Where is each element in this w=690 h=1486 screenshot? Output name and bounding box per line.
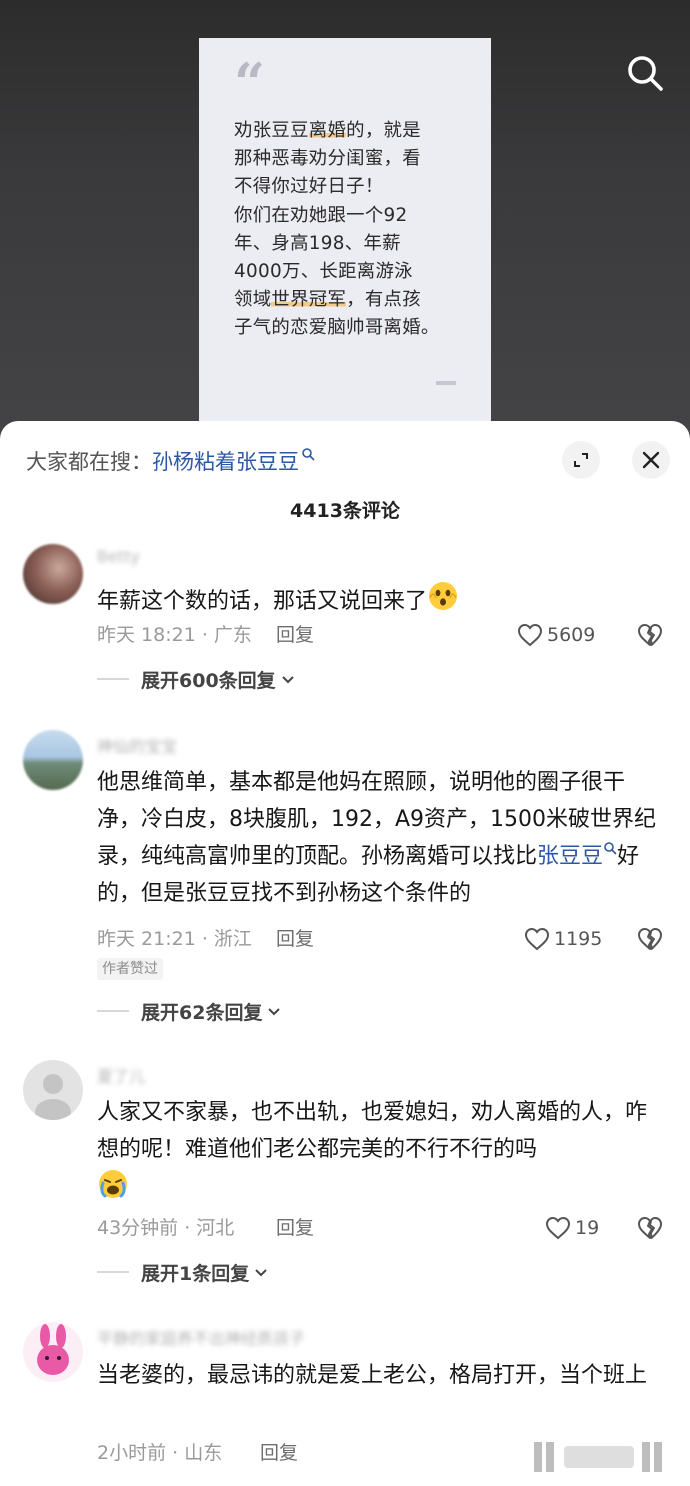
comment-time-location: 昨天 21:21 · 浙江 [97, 928, 252, 950]
comment-username[interactable]: 平静的家庭养不出神经质孩子 [97, 1325, 305, 1349]
watermark [530, 1438, 685, 1476]
like-button[interactable]: 1195 [524, 925, 602, 953]
like-count: 19 [575, 1217, 600, 1239]
chevron-down-icon [255, 1269, 267, 1277]
keyword-link[interactable]: 张豆豆 [537, 844, 603, 869]
crying-face-icon [99, 1170, 127, 1198]
chevron-down-icon [281, 676, 294, 684]
comment-count-title: 4413条评论 [290, 500, 400, 522]
search-small-icon [604, 842, 617, 855]
close-button[interactable] [632, 441, 670, 479]
heart-icon [517, 623, 543, 647]
search-hint-keyword[interactable]: 孙杨粘着张豆豆 [152, 450, 299, 474]
reply-button[interactable]: 回复 [276, 1215, 314, 1241]
comment-time-location: 2小时前 · 山东 [97, 1442, 223, 1464]
quote-mark-icon: “ [234, 51, 266, 115]
comment-text: 人家又不家暴，也不出轨，也爱媳妇，劝人离婚的人，咋想的呢！难道他们老公都完美的不… [97, 1094, 667, 1208]
search-button[interactable] [622, 50, 668, 96]
like-count: 5609 [547, 624, 596, 646]
broken-heart-icon [638, 624, 662, 646]
heart-icon [545, 1216, 571, 1240]
comment-username[interactable]: 夏了儿 [97, 1063, 145, 1087]
pink-bunny-avatar-icon [37, 1324, 69, 1375]
chevron-down-icon [268, 1008, 281, 1016]
expand-replies-label: 展开600条回复 [141, 669, 276, 692]
close-icon [642, 451, 660, 469]
comment-text: 当老婆的，最忌讳的就是爱上老公，格局打开，当个班上 [97, 1363, 648, 1388]
fullscreen-button[interactable] [562, 441, 600, 479]
comment-time-location: 昨天 18:21 · 广东 [97, 624, 252, 646]
expand-icon [574, 453, 588, 467]
like-count: 1195 [554, 928, 603, 950]
reply-button[interactable]: 回复 [276, 622, 314, 648]
expand-replies-button[interactable]: 展开1条回复 [97, 1258, 269, 1286]
dislike-button[interactable] [637, 926, 663, 952]
search-icon [628, 56, 663, 91]
search-small-icon [302, 448, 315, 461]
dislike-button[interactable] [637, 622, 663, 648]
comment-text: 他思维简单，基本都是他妈在照顾，说明他的圈子很干净，冷白皮，8块腹肌，192，A… [97, 770, 657, 906]
expand-replies-button[interactable]: 展开600条回复 [97, 665, 296, 693]
reply-button[interactable]: 回复 [276, 926, 314, 952]
comment-username[interactable]: Betty [97, 547, 140, 566]
heart-icon [524, 927, 550, 951]
avatar[interactable] [23, 1322, 83, 1382]
expand-replies-label: 展开1条回复 [141, 1262, 250, 1285]
avatar[interactable] [23, 730, 83, 790]
default-avatar-icon [35, 1074, 71, 1120]
dislike-button[interactable] [637, 1215, 663, 1241]
quote-text: 劝张豆豆离婚的，就是 那种恶毒劝分闺蜜，看 不得你过好日子！ 你们在劝她跟一个9… [234, 120, 440, 339]
comment-text: 年薪这个数的话，那话又说回来了 [97, 580, 667, 620]
avatar[interactable] [23, 1060, 83, 1120]
expand-divider [97, 678, 129, 680]
author-liked-badge: 作者赞过 [97, 958, 163, 980]
broken-heart-icon [638, 928, 662, 950]
comment-username[interactable]: 神仙的宝宝 [97, 733, 177, 757]
avatar[interactable] [23, 544, 83, 604]
like-button[interactable]: 19 [545, 1214, 599, 1242]
like-button[interactable]: 5609 [517, 621, 595, 649]
search-hint[interactable]: 大家都在搜：孙杨粘着张豆豆 [26, 447, 315, 476]
reply-button[interactable]: 回复 [260, 1440, 298, 1466]
expand-replies-button[interactable]: 展开62条回复 [97, 997, 282, 1025]
card-dash-decoration [436, 381, 456, 385]
broken-heart-icon [638, 1217, 662, 1239]
comment-time-location: 43分钟前 · 河北 [97, 1217, 235, 1239]
expand-divider [97, 1271, 129, 1273]
search-hint-prefix: 大家都在搜： [26, 450, 152, 474]
expand-divider [97, 1010, 129, 1012]
expand-replies-label: 展开62条回复 [141, 1001, 263, 1024]
shocked-face-icon [429, 582, 458, 610]
